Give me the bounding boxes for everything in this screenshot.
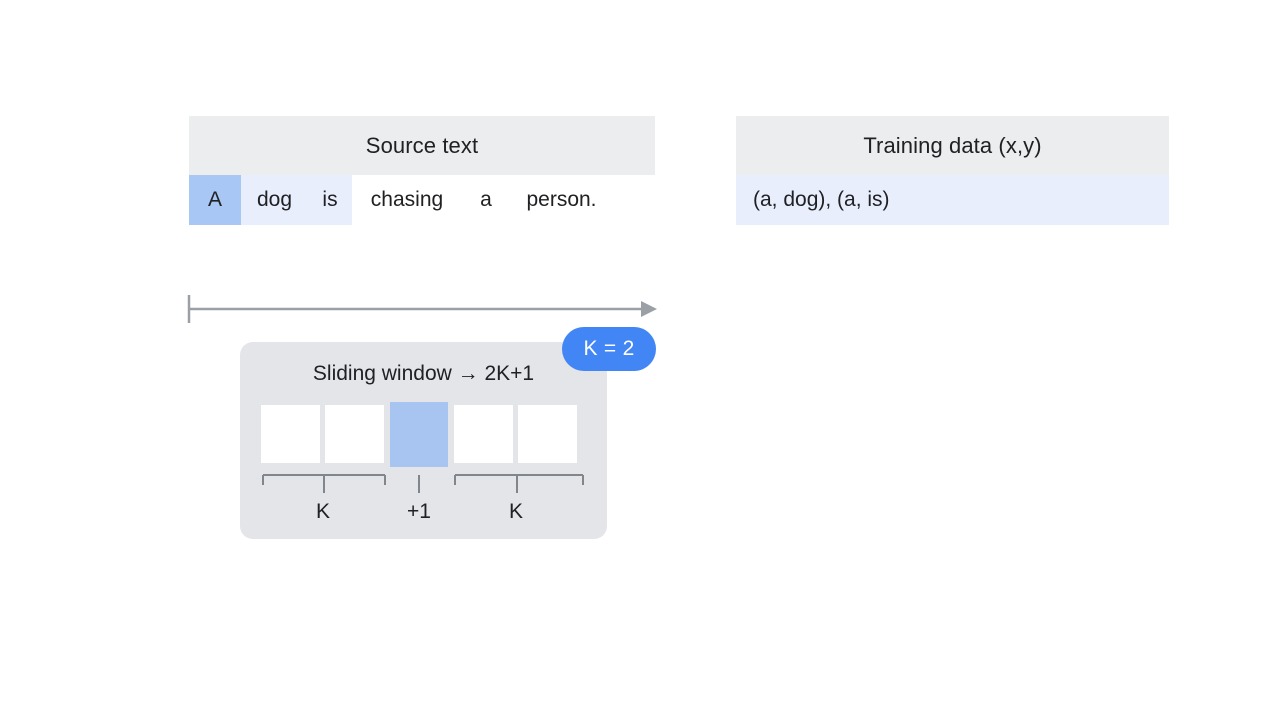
window-cell-center <box>390 402 448 467</box>
slide-canvas: Source text Adog is chasing a person. Traini… <box>0 0 1280 720</box>
source-token: person. <box>526 188 597 211</box>
training-data-value: (a, dog), (a, is) <box>736 175 1169 225</box>
window-cell <box>325 405 384 463</box>
window-part-labels: K +1 K <box>261 500 586 530</box>
window-cell <box>518 405 577 463</box>
source-token: chasing <box>370 188 444 211</box>
source-token-row: Adog is chasing a person. <box>189 175 655 225</box>
training-data-title: Training data (x,y) <box>736 116 1169 175</box>
window-brackets-icon <box>262 474 584 493</box>
source-token: is <box>308 175 352 225</box>
source-token: A <box>189 175 241 225</box>
window-part-label: K <box>508 500 524 523</box>
source-text-title: Source text <box>189 116 655 175</box>
sliding-window-cells <box>261 402 586 468</box>
window-part-label: +1 <box>407 500 431 523</box>
k-value-badge: K = 2 <box>562 327 656 371</box>
window-cell <box>454 405 513 463</box>
sliding-window-title: Sliding window → 2K+1 <box>312 362 535 385</box>
scan-direction-arrow-icon <box>187 295 657 323</box>
training-data-panel: Training data (x,y) (a, dog), (a, is) <box>736 116 1169 225</box>
source-token: a <box>480 188 492 211</box>
sliding-window-card: Sliding window → 2K+1 K +1 K <box>240 342 607 539</box>
source-text-panel: Source text Adog is chasing a person. <box>189 116 655 225</box>
source-token: dog <box>241 175 308 225</box>
window-cell <box>261 405 320 463</box>
window-part-label: K <box>315 500 331 523</box>
